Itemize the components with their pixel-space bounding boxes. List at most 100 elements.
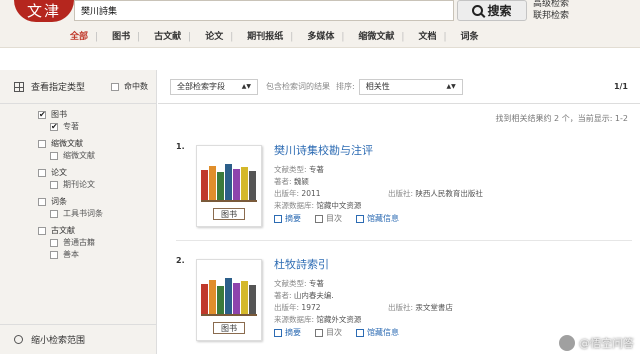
tab-ancient-docs[interactable]: 古文献 (154, 29, 191, 43)
checkbox[interactable] (50, 151, 58, 160)
meta-label: 出版年: (274, 189, 300, 198)
sidebar-header: 查看指定类型 命中数 (0, 70, 156, 104)
result-title[interactable]: 樊川诗集校勘与注评 (274, 142, 373, 158)
subcategory-label: 专著 (63, 122, 79, 131)
meta-author: 著者: 魏颍 (274, 176, 309, 187)
holdings-link[interactable]: 馆藏信息 (356, 327, 399, 338)
hit-count-toggle[interactable]: 命中数 (111, 81, 148, 92)
meta-source: 来源数据库: 馆藏外文资源 (274, 314, 361, 325)
meta-source: 来源数据库: 馆藏中文资源 (274, 200, 361, 211)
cover-label: 图书 (213, 322, 245, 334)
category-item-entries[interactable]: 词条 (38, 196, 156, 208)
category-item-papers[interactable]: 论文 (38, 167, 156, 179)
result-title[interactable]: 杜牧詩索引 (274, 256, 329, 272)
sidebar: 查看指定类型 命中数 图书 专著 缩微文献 缩微文献 论文 期刊论文 词条 工具… (0, 70, 157, 354)
category-item-books[interactable]: 图书 (38, 109, 156, 121)
category-item-ancient[interactable]: 古文献 (38, 225, 156, 237)
meta-label: 著者: (274, 291, 292, 300)
wukong-logo-icon (559, 335, 575, 351)
subcategory-item[interactable]: 普通古籍 (38, 237, 156, 249)
book-cover[interactable]: 图书 (196, 145, 262, 227)
meta-value: 馆藏外文资源 (316, 315, 362, 324)
action-label: 馆藏信息 (367, 214, 399, 223)
subcategory-label: 普通古籍 (63, 238, 95, 247)
watermark: @悟空问答 (559, 335, 634, 351)
narrow-search-label: 缩小检索范围 (31, 336, 86, 346)
checkbox[interactable] (38, 197, 46, 206)
meta-publisher: 出版社: 汞文堂書店 (388, 302, 453, 313)
toc-link[interactable]: 目次 (315, 327, 342, 338)
action-label: 摘要 (285, 214, 301, 223)
subcategory-item[interactable]: 专著 (38, 121, 156, 133)
meta-value: 专著 (308, 279, 324, 288)
checkbox[interactable] (38, 168, 46, 177)
result-number: 2. (176, 256, 185, 265)
meta-year: 出版年: 2011 (274, 188, 321, 199)
subcategory-item[interactable]: 期刊论文 (38, 179, 156, 191)
tab-all[interactable]: 全部 (70, 29, 98, 43)
subcategory-label: 缩微文献 (63, 151, 95, 160)
checkbox[interactable] (50, 238, 58, 247)
abstract-link[interactable]: 摘要 (274, 327, 301, 338)
field-select[interactable]: 全部检索字段 ▲▼ (170, 78, 258, 95)
tab-multimedia[interactable]: 多媒体 (307, 29, 344, 43)
list-icon (315, 328, 323, 337)
sort-select[interactable]: 相关性 ▲▼ (358, 78, 463, 95)
list-icon (315, 214, 323, 223)
sort-select-value: 相关性 (365, 82, 390, 91)
category-label: 古文献 (51, 226, 75, 235)
tab-periodicals[interactable]: 期刊报纸 (247, 29, 293, 43)
meta-value: 陕西人民教育出版社 (415, 189, 483, 198)
tab-documents[interactable]: 文档 (418, 29, 446, 43)
meta-type: 文献类型: 专著 (274, 278, 324, 289)
tab-papers[interactable]: 论文 (205, 29, 233, 43)
checkbox[interactable] (50, 250, 58, 259)
checkbox[interactable] (38, 226, 46, 235)
checkbox[interactable] (50, 180, 58, 189)
hit-count-label: 命中数 (124, 82, 148, 91)
tab-microfilm[interactable]: 缩微文献 (358, 29, 404, 43)
sidebar-heading: 查看指定类型 (31, 83, 86, 93)
top-bar: 文津 搜索 高级检索 联邦检索 全部 图书 古文献 论文 期刊报纸 多媒体 缩微… (0, 0, 640, 48)
result-summary: 找到相关结果约 2 个，当前显示: 1-2 (495, 114, 628, 123)
wenjin-logo[interactable]: 文津 (14, 0, 74, 22)
action-label: 目次 (326, 328, 342, 337)
checkbox[interactable] (38, 139, 46, 148)
result-actions: 摘要 目次 馆藏信息 (274, 213, 399, 224)
search-button[interactable]: 搜索 (457, 0, 527, 21)
category-label: 论文 (51, 168, 67, 177)
magnifier-icon (472, 5, 484, 16)
holdings-link[interactable]: 馆藏信息 (356, 213, 399, 224)
category-list: 图书 专著 缩微文献 缩微文献 论文 期刊论文 词条 工具书词条 古文献 普通古… (0, 109, 156, 261)
search-input[interactable] (75, 1, 453, 20)
watermark-text: @悟空问答 (579, 337, 634, 350)
search-box[interactable] (74, 0, 454, 21)
advanced-search-link[interactable]: 高级检索 (533, 0, 569, 10)
meta-label: 文献类型: (274, 165, 307, 174)
meta-publisher: 出版社: 陕西人民教育出版社 (388, 188, 483, 199)
abstract-link[interactable]: 摘要 (274, 213, 301, 224)
book-cover[interactable]: 图书 (196, 259, 262, 341)
hit-count-checkbox[interactable] (111, 82, 119, 91)
category-label: 词条 (51, 197, 67, 206)
meta-value: 专著 (308, 165, 324, 174)
result-divider (176, 240, 632, 241)
tab-entries[interactable]: 词条 (461, 29, 479, 43)
result-actions: 摘要 目次 馆藏信息 (274, 327, 399, 338)
subcategory-item[interactable]: 缩微文献 (38, 150, 156, 162)
toc-link[interactable]: 目次 (315, 213, 342, 224)
subcategory-label: 工具书词条 (63, 209, 103, 218)
category-item-microfilm[interactable]: 缩微文献 (38, 138, 156, 150)
sort-label: 排序: (336, 82, 355, 91)
subcategory-item[interactable]: 工具书词条 (38, 208, 156, 220)
narrow-search-toggle[interactable]: 缩小检索范围 (0, 324, 157, 354)
contains-label: 包含检索词的结果 (266, 82, 330, 91)
meta-value: 汞文堂書店 (415, 303, 453, 312)
checkbox[interactable] (50, 121, 58, 133)
federated-search-link[interactable]: 联邦检索 (533, 10, 569, 22)
checkbox[interactable] (38, 109, 46, 121)
checkbox[interactable] (50, 209, 58, 218)
tab-books[interactable]: 图书 (112, 29, 140, 43)
subcategory-item[interactable]: 善本 (38, 249, 156, 261)
cover-label: 图书 (213, 208, 245, 220)
